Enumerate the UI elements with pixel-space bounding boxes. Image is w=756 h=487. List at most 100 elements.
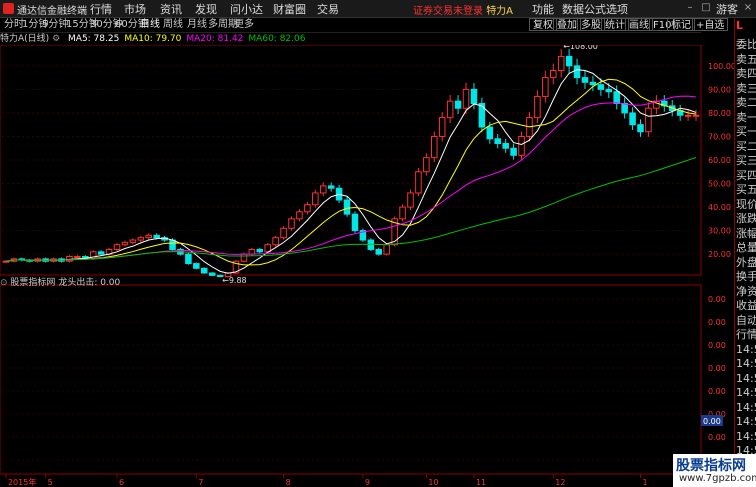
candle-body-56 bbox=[446, 100, 454, 119]
user-label[interactable]: 游客 bbox=[716, 1, 738, 17]
price-annotation-1: ←9.88 bbox=[222, 276, 247, 285]
side-item-11: 现价 bbox=[736, 197, 756, 211]
side-item-20: 行情 bbox=[736, 328, 756, 341]
ma20-line bbox=[5, 95, 697, 262]
menu-item-1[interactable]: 市场 bbox=[124, 1, 146, 17]
side-item-27: 14:5 bbox=[736, 429, 756, 443]
side-item-5: 卖一 bbox=[736, 110, 756, 124]
candle-body-68 bbox=[542, 77, 549, 97]
x-tick-label-4: 8 bbox=[286, 478, 291, 487]
menu-item-0[interactable]: 行情 bbox=[90, 1, 112, 17]
sub-value-label: 0.00 bbox=[703, 417, 721, 426]
side-item-2: 卖四 bbox=[736, 67, 756, 80]
candle-body-81 bbox=[645, 107, 652, 133]
side-item-16: 换手 bbox=[736, 270, 756, 283]
candle-body-77 bbox=[613, 91, 620, 105]
quote-side-panel: L 委比 卖五 卖四 卖三 卖二 卖一 买一 买二 买三 买四 买五 现价 涨跌 涨幅 总量 外盘 换手 净资 收益… bbox=[734, 18, 756, 487]
menu-item-5[interactable]: 财富圈 bbox=[273, 1, 306, 17]
y-tick-label-4: 60.00 bbox=[708, 156, 731, 165]
candle-body-76 bbox=[605, 88, 613, 93]
maximize-icon[interactable]: □ bbox=[700, 2, 712, 14]
price-annotation-0: ←108.00 bbox=[563, 45, 598, 51]
candle-body-38 bbox=[304, 204, 311, 213]
menu-item-6[interactable]: 交易 bbox=[317, 1, 339, 17]
ma-label-0: MA5: 78.25 bbox=[68, 34, 120, 44]
side-item-21: 14:5 bbox=[736, 342, 756, 356]
toolbar-button-7[interactable]: +自选 bbox=[692, 18, 729, 31]
candle-body-25 bbox=[200, 267, 208, 274]
y-tick-label-0: 100.00 bbox=[708, 62, 734, 71]
sub-y-tick-label-0: 0.00 bbox=[708, 295, 726, 304]
ma-label-2: MA20: 81.42 bbox=[186, 34, 244, 44]
candle-body-30 bbox=[240, 253, 248, 262]
period-tab-8[interactable]: 月线 bbox=[187, 18, 207, 32]
toolbar-button-6[interactable]: 标记 bbox=[667, 18, 695, 31]
menu-item-4[interactable]: 问小达 bbox=[230, 1, 263, 17]
sub-indicator-label: 股票指标网 bbox=[10, 278, 56, 288]
period-tab-7[interactable]: 周线 bbox=[163, 18, 183, 32]
candle-body-69 bbox=[549, 70, 557, 79]
menu-item-2[interactable]: 资讯 bbox=[160, 1, 182, 17]
side-item-9: 买四 bbox=[736, 168, 756, 182]
period-tab-10[interactable]: 更多 bbox=[234, 18, 254, 32]
side-item-14: 总量 bbox=[736, 241, 756, 254]
candle-body-53 bbox=[423, 157, 430, 173]
y-tick-label-5: 50.00 bbox=[708, 180, 731, 189]
side-item-10: 买五 bbox=[736, 183, 756, 196]
candle-body-39 bbox=[312, 192, 319, 206]
side-item-13: 涨幅 bbox=[736, 226, 756, 240]
close-icon[interactable]: × bbox=[742, 2, 754, 14]
indicator-icon[interactable]: ⊙ bbox=[0, 278, 8, 288]
candle-body-57 bbox=[454, 100, 462, 109]
period-tab-2[interactable]: 5分钟 bbox=[42, 18, 68, 32]
side-item-7: 买二 bbox=[736, 139, 756, 153]
ma10-line bbox=[5, 78, 697, 266]
side-item-22: 14:5 bbox=[736, 357, 756, 370]
side-item-6: 买一 bbox=[736, 125, 756, 138]
chart-title: 特力A(日线) bbox=[0, 34, 50, 44]
sub-y-tick-label-2: 0.00 bbox=[708, 341, 726, 350]
period-tab-0[interactable]: 分时 bbox=[4, 18, 24, 32]
candle-body-16 bbox=[129, 239, 137, 243]
candle-body-70 bbox=[557, 55, 565, 72]
candle-body-80 bbox=[637, 124, 644, 133]
x-tick-label-9: 1 bbox=[643, 478, 648, 487]
candle-body-61 bbox=[486, 126, 494, 140]
x-tick-label-5: 9 bbox=[365, 478, 370, 487]
candle-body-18 bbox=[145, 234, 153, 239]
menu-right-item-0[interactable]: 功能 bbox=[532, 1, 554, 17]
candle-body-74 bbox=[589, 81, 597, 86]
settings-icon[interactable]: ⚙ bbox=[52, 34, 60, 44]
candle-body-55 bbox=[438, 117, 446, 137]
candle-body-19 bbox=[153, 234, 160, 239]
candle-body-34 bbox=[272, 237, 279, 246]
candle-body-62 bbox=[494, 138, 502, 145]
side-item-12: 涨跌 bbox=[736, 212, 756, 225]
sub-indicator-formula: 龙头出击: 0.00 bbox=[58, 278, 121, 288]
app-logo-icon bbox=[3, 3, 14, 14]
candle-body-86 bbox=[684, 114, 692, 117]
candle-body-17 bbox=[137, 237, 145, 241]
panel-header: L bbox=[736, 19, 744, 32]
candle-body-14 bbox=[113, 244, 121, 250]
candle-body-58 bbox=[462, 88, 470, 109]
candle-body-65 bbox=[518, 135, 525, 156]
menu-item-3[interactable]: 发现 bbox=[195, 1, 217, 17]
y-tick-label-1: 90.00 bbox=[708, 85, 731, 94]
watermark: 股票指标网 www.7gpzb.com bbox=[673, 454, 756, 487]
period-tab-6[interactable]: 日线 bbox=[140, 18, 160, 32]
side-item-15: 外盘 bbox=[736, 255, 756, 269]
menu-right-item-3[interactable]: 选项 bbox=[606, 1, 628, 17]
candle-body-75 bbox=[597, 84, 605, 90]
minimize-icon[interactable]: – bbox=[684, 2, 696, 14]
menu-right-item-1[interactable]: 数据 bbox=[562, 1, 584, 17]
side-item-24: 14:5 bbox=[736, 386, 756, 399]
ma-legend: 特力A(日线) ⚙ MA5: 78.25 MA10: 79.70 MA20: 81.… bbox=[0, 33, 305, 45]
login-status[interactable]: 证券交易未登录 特力A bbox=[413, 2, 513, 17]
kline-chart[interactable]: 100.0090.0080.0070.0060.0050.0040.0030.0… bbox=[0, 45, 734, 487]
side-item-17: 净资 bbox=[736, 284, 756, 298]
candle-body-52 bbox=[415, 171, 422, 194]
candle-body-47 bbox=[375, 248, 383, 255]
menu-right-item-2[interactable]: 公式 bbox=[584, 1, 606, 17]
candle-body-31 bbox=[248, 248, 256, 255]
